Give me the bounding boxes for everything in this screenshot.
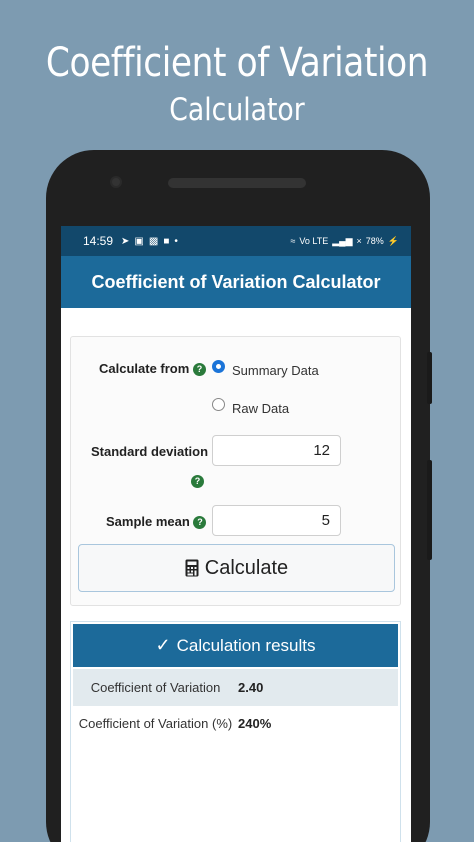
more-notifications-icon: • — [174, 235, 178, 247]
status-bar: 14:59 ➤ ▣ ▩ ■ • ≈ Vo LTE ▂▄▆ × 78% ⚡ — [61, 226, 411, 256]
phone-power-button — [427, 352, 432, 404]
phone-screen: 14:59 ➤ ▣ ▩ ■ • ≈ Vo LTE ▂▄▆ × 78% ⚡ Coe… — [61, 226, 411, 842]
result-row-cv-percent: Coefficient of Variation (%) 240% — [73, 706, 398, 750]
front-camera — [110, 176, 122, 188]
checkmark-icon: ✓ — [155, 635, 171, 655]
promo-title-line2: Calculator — [169, 92, 305, 128]
std-deviation-label: Standard deviation — [91, 444, 209, 459]
calculate-from-label: Calculate from ? — [99, 361, 206, 377]
battery-charging-icon: ⚡ — [387, 235, 399, 246]
volte-label: Vo LTE — [299, 236, 329, 246]
input-card: Calculate from ? Summary Data Raw Data S… — [70, 336, 401, 606]
signal-2-icon: × — [356, 236, 362, 246]
help-icon[interactable]: ? — [191, 475, 204, 488]
phone-volume-button — [427, 460, 432, 560]
result-name: Coefficient of Variation (%) — [78, 716, 233, 731]
calculate-button[interactable]: Calculate — [78, 544, 395, 592]
earpiece-speaker — [168, 178, 306, 188]
radio-unselected-icon[interactable] — [212, 398, 225, 411]
app-title: Coefficient of Variation Calculator — [91, 271, 381, 292]
radio-summary-data[interactable]: Summary Data — [212, 360, 319, 378]
wifi-icon: ≈ — [290, 236, 296, 246]
sample-mean-label: Sample mean ? — [106, 514, 207, 530]
instagram-icon: ▣ — [134, 235, 144, 247]
calculator-icon — [185, 559, 199, 577]
results-card: ✓ Calculation results Coefficient of Var… — [70, 621, 401, 842]
sample-mean-input[interactable]: 5 — [212, 505, 341, 536]
telegram-icon: ➤ — [121, 235, 130, 247]
result-value: 240% — [238, 716, 272, 731]
status-time: 14:59 — [83, 234, 114, 248]
result-name: Coefficient of Variation — [90, 680, 221, 695]
facebook-icon: ▩ — [148, 235, 159, 247]
std-deviation-input[interactable]: 12 — [212, 435, 341, 466]
help-icon[interactable]: ? — [193, 516, 207, 530]
signal-icon: ▂▄▆ — [332, 235, 353, 246]
battery-level: 78% — [365, 236, 384, 246]
app-notification-icon: ■ — [163, 235, 170, 247]
result-row-cv: Coefficient of Variation 2.40 — [73, 669, 398, 706]
calculate-button-label: Calculate — [204, 556, 289, 579]
app-bar: Coefficient of Variation Calculator — [61, 256, 411, 308]
results-header: ✓ Calculation results — [73, 624, 398, 667]
promo-title-line1: Coefficient of Variation — [45, 40, 429, 86]
radio-selected-icon[interactable] — [212, 360, 225, 373]
radio-raw-data[interactable]: Raw Data — [212, 398, 289, 416]
result-value: 2.40 — [238, 680, 264, 695]
help-icon[interactable]: ? — [192, 363, 206, 377]
